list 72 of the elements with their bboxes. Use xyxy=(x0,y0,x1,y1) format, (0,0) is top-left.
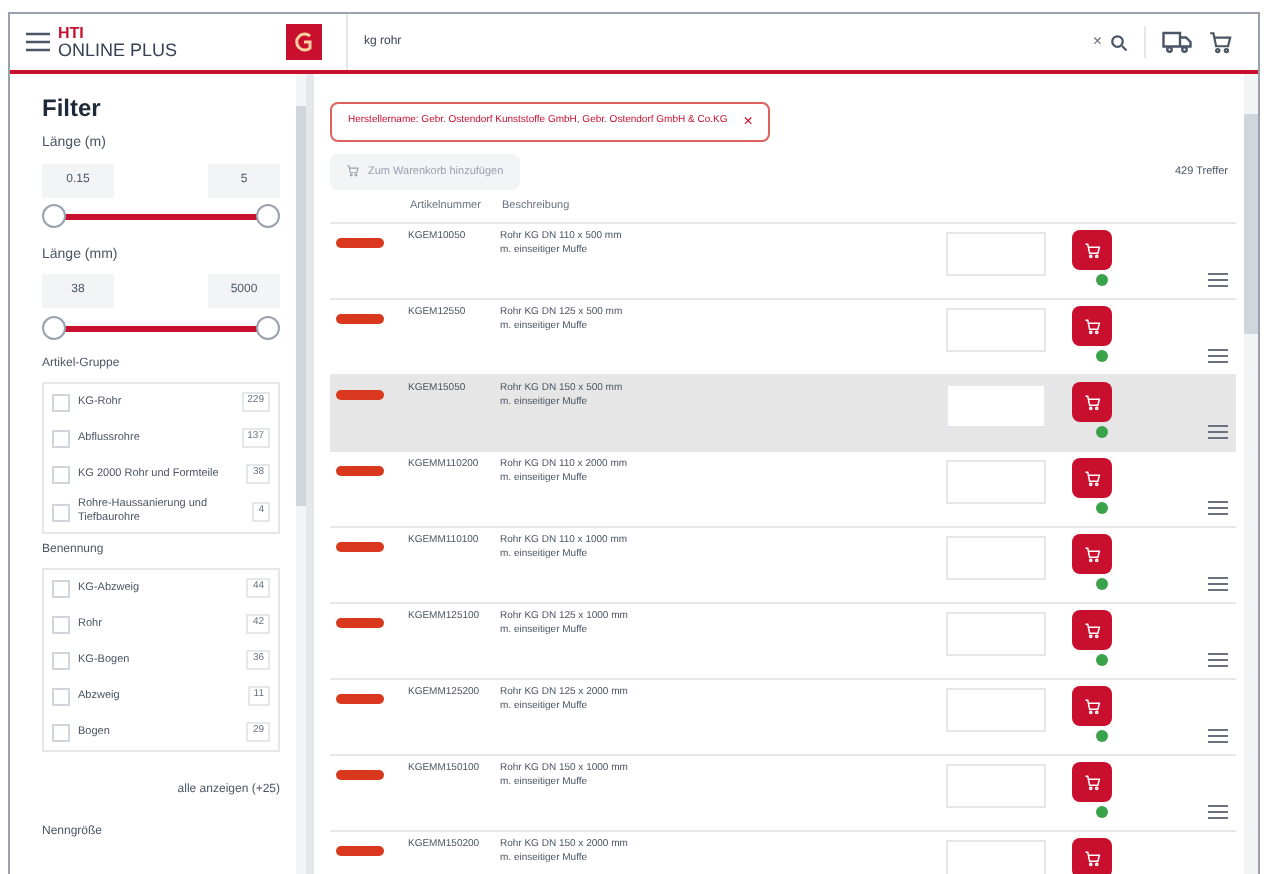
pipe-thumbnail xyxy=(336,466,384,477)
slider-handle[interactable] xyxy=(42,315,66,339)
pipe-thumbnail xyxy=(336,238,384,249)
menu-icon[interactable] xyxy=(1208,576,1228,593)
menu-icon[interactable] xyxy=(1208,728,1228,745)
cart-icon xyxy=(1083,697,1101,716)
quantity-field[interactable] xyxy=(946,232,1046,277)
cart-icon xyxy=(1083,317,1101,336)
filter-title: Filter xyxy=(42,92,103,126)
pipe-thumbnail xyxy=(336,314,384,325)
cart-button[interactable] xyxy=(1072,382,1112,423)
slider-handle[interactable] xyxy=(42,204,66,228)
cart-button[interactable] xyxy=(1072,762,1112,803)
quantity-field[interactable] xyxy=(946,536,1046,581)
quantity-field[interactable] xyxy=(946,764,1046,809)
cart-button[interactable] xyxy=(1072,534,1112,575)
checkbox[interactable] xyxy=(52,503,70,521)
checkbox[interactable] xyxy=(52,687,70,705)
quantity-field[interactable] xyxy=(946,612,1046,657)
checkbox[interactable] xyxy=(52,723,70,741)
cart-button[interactable] xyxy=(1072,306,1112,347)
logo-icon xyxy=(292,30,316,54)
range-slider[interactable] xyxy=(42,205,280,229)
range-slider[interactable] xyxy=(42,316,280,340)
logo-text: HTI xyxy=(58,26,86,42)
menu-icon[interactable] xyxy=(1208,652,1228,669)
pipe-thumbnail xyxy=(336,694,384,705)
cart-button[interactable] xyxy=(1072,458,1112,499)
pipe-thumbnail xyxy=(336,846,384,857)
cart-icon xyxy=(1083,469,1101,488)
quantity-field[interactable] xyxy=(946,840,1046,874)
cart-icon xyxy=(346,164,360,179)
cart-button[interactable] xyxy=(1072,230,1112,271)
slider-handle[interactable] xyxy=(256,204,280,228)
quantity-field[interactable] xyxy=(946,460,1046,505)
cart-icon xyxy=(1083,773,1101,792)
pipe-thumbnail xyxy=(336,770,384,781)
cart-icon xyxy=(1083,545,1101,564)
checkbox[interactable] xyxy=(52,651,70,669)
menu-icon[interactable] xyxy=(1208,348,1228,365)
checkbox[interactable] xyxy=(52,579,70,597)
cart-icon xyxy=(1083,621,1101,640)
checkbox[interactable] xyxy=(52,615,70,633)
quantity-field[interactable] xyxy=(946,384,1046,429)
checkbox[interactable] xyxy=(52,429,70,447)
cart-icon xyxy=(1083,393,1101,412)
cart-button[interactable] xyxy=(1072,610,1112,651)
pipe-thumbnail xyxy=(336,390,384,401)
pipe-thumbnail xyxy=(336,542,384,553)
quantity-field[interactable] xyxy=(946,308,1046,353)
menu-icon[interactable] xyxy=(1208,804,1228,821)
cart-icon xyxy=(1208,29,1234,55)
menu-icon[interactable] xyxy=(1208,424,1228,441)
slider-handle[interactable] xyxy=(256,315,280,339)
clear-button[interactable]: × xyxy=(1092,30,1102,54)
cart-icon xyxy=(1083,241,1101,260)
truck-icon[interactable] xyxy=(1162,30,1192,54)
checkbox[interactable] xyxy=(52,465,70,483)
sidebar-scrollbar[interactable] xyxy=(296,74,306,874)
checkbox[interactable] xyxy=(52,393,70,411)
quantity-field[interactable] xyxy=(946,688,1046,733)
main-scrollbar[interactable] xyxy=(1244,74,1258,874)
logo-subtext: ONLINE PLUS xyxy=(58,42,180,58)
menu-icon[interactable] xyxy=(1208,500,1228,517)
remove-filter-button[interactable]: × xyxy=(743,113,753,130)
cart-icon xyxy=(1083,849,1101,868)
search-icon[interactable] xyxy=(1110,33,1128,51)
pipe-thumbnail xyxy=(336,618,384,629)
menu-icon[interactable] xyxy=(26,30,50,54)
menu-icon[interactable] xyxy=(1208,272,1228,289)
cart-button[interactable] xyxy=(1072,686,1112,727)
cart-button[interactable] xyxy=(1072,838,1112,874)
